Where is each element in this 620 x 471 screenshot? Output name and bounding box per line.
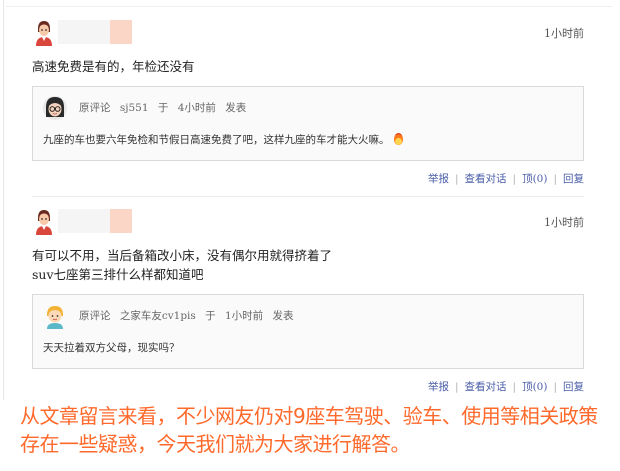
comment-divider: [32, 196, 584, 197]
quote-user[interactable]: sj551: [120, 102, 149, 114]
comment-header: 1小时前: [32, 16, 584, 48]
report-link[interactable]: 举报: [428, 173, 449, 185]
reply-link[interactable]: 回复: [563, 173, 584, 185]
quoted-comment: 原评论 sj551 于 4小时前 发表 九座的车也要六年免检和节假日高速免费了吧…: [32, 86, 584, 161]
comment-time: 1小时前: [544, 216, 584, 229]
username-blurred[interactable]: [58, 20, 110, 44]
quote-prefix: 原评论: [79, 310, 111, 322]
left-border: [3, 0, 4, 400]
comment-header: 1小时前: [32, 205, 584, 237]
comment-text: 高速免费是有的，年检还没有: [32, 57, 584, 76]
quote-at: 于: [205, 310, 216, 322]
comment-actions: 举报 | 查看对话 | 顶(0) | 回复: [32, 171, 584, 187]
quote-text: 九座的车也要六年免检和节假日高速免费了吧，这样九座的车才能大火嘛。: [43, 134, 390, 146]
quote-when: 4小时前: [177, 102, 216, 114]
action-separator: |: [512, 173, 517, 185]
quote-text: 天天拉着双方父母，现实吗？: [43, 342, 180, 354]
article-caption: 从文章留言来看，不少网友仍对9座车驾驶、验车、使用等相关政策存在一些疑惑，今天我…: [20, 404, 598, 456]
user-avatar-icon[interactable]: [32, 207, 56, 235]
quote-user[interactable]: 之家车友cv1pis: [120, 310, 196, 322]
comment-line: 有可以不用，当后备箱改小床，没有偶尔用就得挤着了: [32, 248, 333, 263]
quote-meta: 原评论 之家车友cv1pis 于 1小时前 发表: [79, 308, 300, 323]
action-separator: |: [553, 381, 557, 393]
quote-verb: 发表: [272, 310, 294, 322]
glasses-avatar-icon[interactable]: [43, 95, 67, 121]
view-conversation-link[interactable]: 查看对话: [465, 381, 507, 393]
quote-text-row: 九座的车也要六年免检和节假日高速免费了吧，这样九座的车才能大火嘛。: [43, 132, 403, 147]
comment-actions: 举报 | 查看对话 | 顶(0) | 回复: [32, 379, 584, 395]
comment-item: 1小时前 高速免费是有的，年检还没有 原评论 sj551 于 4小时前 发表 九…: [32, 16, 584, 187]
reply-link[interactable]: 回复: [563, 381, 584, 393]
user-badge-blurred: [110, 20, 132, 44]
fire-emoji-icon: [393, 133, 403, 145]
quote-meta: 原评论 sj551 于 4小时前 发表: [79, 100, 252, 115]
action-separator: |: [454, 381, 459, 393]
quote-at: 于: [157, 102, 169, 114]
comment-item: 1小时前 有可以不用，当后备箱改小床，没有偶尔用就得挤着了 suv七座第三排什么…: [32, 205, 584, 395]
cartoon-avatar-icon[interactable]: [43, 303, 67, 329]
quote-text-row: 天天拉着双方父母，现实吗？: [43, 340, 180, 355]
comment-line: suv七座第三排什么样都知道吧: [32, 267, 204, 282]
quoted-comment: 原评论 之家车友cv1pis 于 1小时前 发表 天天拉着双方父母，现实吗？: [32, 294, 584, 369]
action-separator: |: [512, 381, 517, 393]
quote-verb: 发表: [225, 102, 247, 114]
action-separator: |: [553, 173, 557, 185]
user-avatar-icon[interactable]: [32, 18, 56, 46]
report-link[interactable]: 举报: [428, 381, 449, 393]
quote-prefix: 原评论: [79, 102, 111, 114]
username-blurred[interactable]: [58, 209, 110, 233]
comment-time: 1小时前: [544, 27, 584, 40]
comment-text: 有可以不用，当后备箱改小床，没有偶尔用就得挤着了 suv七座第三排什么样都知道吧: [32, 246, 584, 284]
upvote-link[interactable]: 顶(0): [522, 381, 547, 393]
upvote-link[interactable]: 顶(0): [522, 173, 547, 185]
top-divider: [6, 6, 612, 7]
view-conversation-link[interactable]: 查看对话: [465, 173, 507, 185]
quote-when: 1小时前: [225, 310, 264, 322]
action-separator: |: [454, 173, 459, 185]
comment-line: 高速免费是有的，年检还没有: [32, 59, 195, 74]
user-badge-blurred: [110, 209, 132, 233]
